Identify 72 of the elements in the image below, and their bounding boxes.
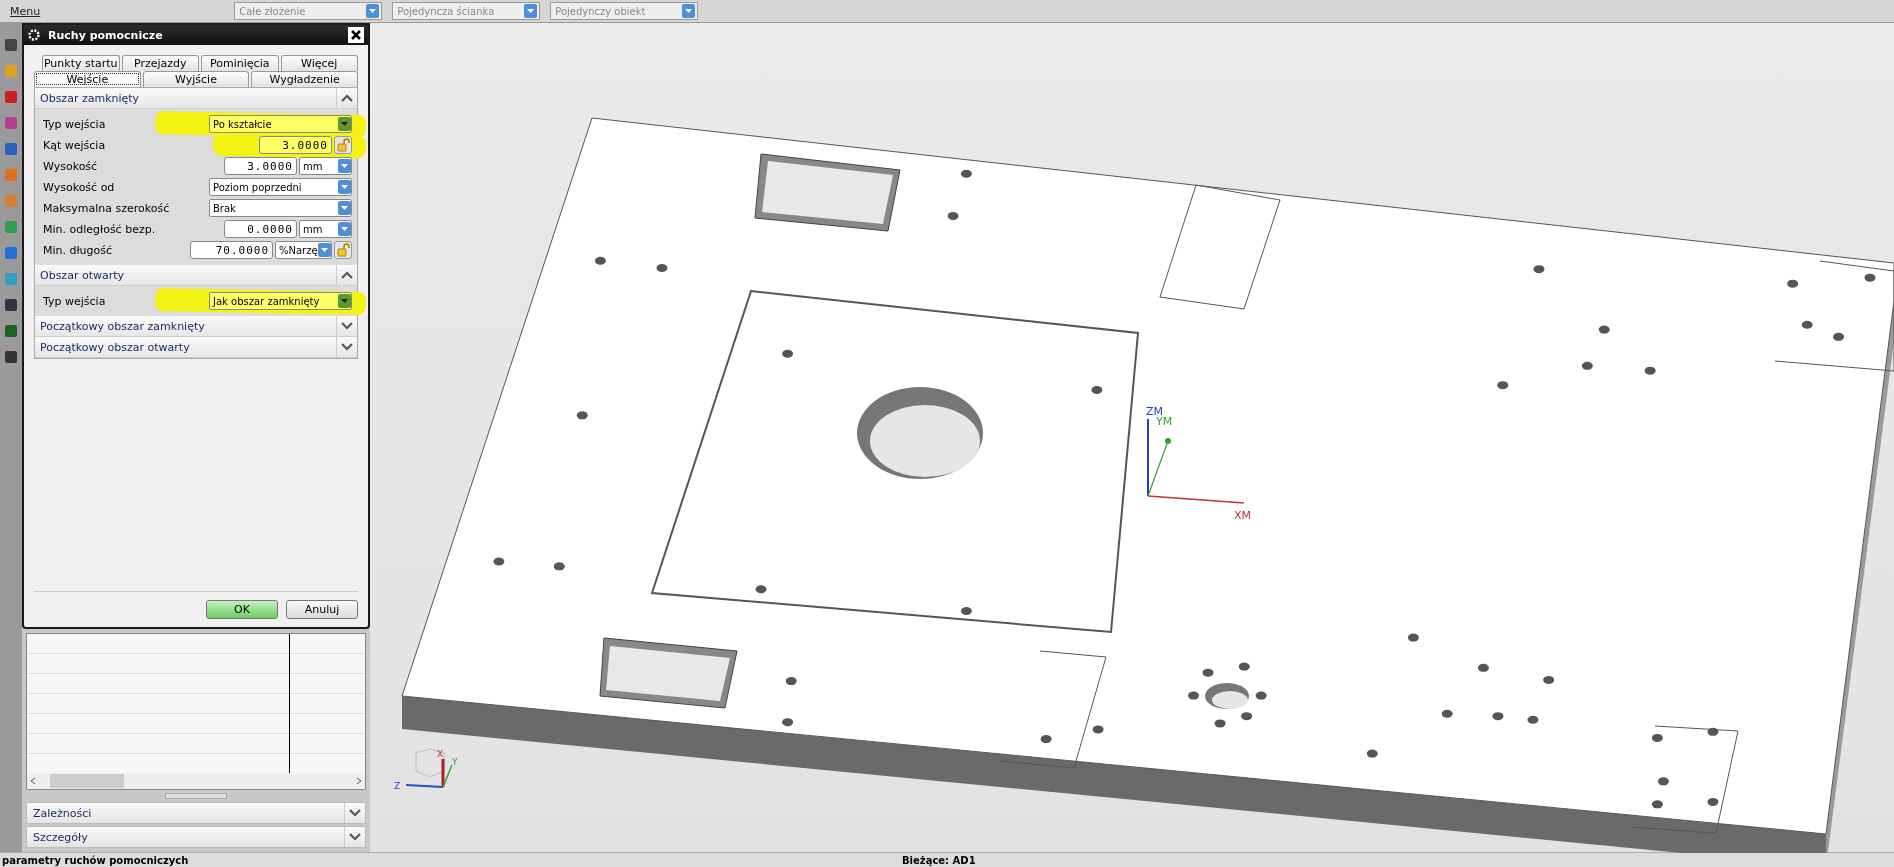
axis-label: Y xyxy=(452,757,458,767)
tab[interactable]: Przejazdy xyxy=(121,55,199,71)
unit-dropdown[interactable]: %Narzę xyxy=(275,241,332,259)
axis-label: X xyxy=(437,749,444,759)
dropdown[interactable]: Poziom poprzedni xyxy=(209,178,352,196)
axis-label: YM xyxy=(1156,415,1173,428)
tab[interactable]: Wygładzenie xyxy=(251,71,358,87)
status-message: parametry ruchów pomocniczych xyxy=(1,854,190,866)
caret-icon[interactable] xyxy=(338,294,351,308)
3d-viewport[interactable]: XM YM ZM X Y Z xyxy=(370,23,1894,852)
mini-triad-drawing xyxy=(405,748,453,788)
caret-icon[interactable] xyxy=(318,243,331,257)
dropdown[interactable]: Brak xyxy=(209,199,352,217)
ok-button[interactable]: OK xyxy=(206,600,278,619)
caret-icon[interactable] xyxy=(366,4,380,18)
tab[interactable]: Więcej xyxy=(280,55,358,71)
number-field[interactable]: 3.0000 xyxy=(224,157,297,175)
chevron-up-icon xyxy=(341,94,353,102)
caret-icon[interactable] xyxy=(338,222,351,236)
field-label: Typ wejścia xyxy=(43,117,107,131)
close-icon xyxy=(351,30,361,40)
lock-button[interactable] xyxy=(334,241,352,259)
caret-icon[interactable] xyxy=(338,201,351,215)
close-button[interactable] xyxy=(348,27,364,43)
number-field[interactable]: 0.0000 xyxy=(224,220,297,238)
field-label: Kąt wejścia xyxy=(43,138,107,152)
chevron-down-icon xyxy=(341,343,353,351)
group-header[interactable]: Początkowy obszar zamknięty xyxy=(35,316,357,337)
tab[interactable]: Wyjście xyxy=(142,71,250,87)
unit-dropdown[interactable]: mm xyxy=(299,157,352,175)
group-header[interactable]: Obszar zamknięty xyxy=(35,88,357,109)
field-label: Wysokość xyxy=(43,159,99,173)
caret-icon[interactable] xyxy=(524,4,538,18)
axis-label: Z xyxy=(394,781,401,791)
chevron-left-icon[interactable] xyxy=(30,777,36,785)
dropdown[interactable]: Po kształcie xyxy=(209,115,352,133)
axis-label: XM xyxy=(1234,509,1252,522)
lock-button[interactable] xyxy=(334,136,352,154)
caret-icon[interactable] xyxy=(682,4,696,18)
chevron-down-icon xyxy=(349,809,361,817)
dialog-title: Ruchy pomocnicze xyxy=(48,28,164,42)
horizontal-scrollbar[interactable] xyxy=(27,773,365,789)
field-label: Maksymalna szerokość xyxy=(43,201,171,215)
splitter-handle[interactable] xyxy=(165,793,227,799)
chevron-down-icon xyxy=(341,322,353,330)
chevron-up-icon xyxy=(341,271,353,279)
tab[interactable]: Punkty startu xyxy=(42,55,120,71)
section-header[interactable]: Zależności xyxy=(26,802,366,824)
field-label: Typ wejścia xyxy=(43,294,107,308)
group-header[interactable]: Początkowy obszar otwarty xyxy=(35,337,357,358)
tab[interactable]: Pominięcia xyxy=(201,55,279,71)
number-field[interactable]: 70.0000 xyxy=(190,241,273,259)
dropdown[interactable]: Jak obszar zamknięty xyxy=(209,292,352,310)
padlock-icon xyxy=(336,243,350,257)
group-header[interactable]: Obszar otwarty xyxy=(35,265,357,286)
menu-button[interactable]: Menu xyxy=(6,4,45,18)
caret-icon[interactable] xyxy=(338,180,351,194)
chevron-right-icon[interactable] xyxy=(356,777,362,785)
chevron-down-icon xyxy=(349,833,361,841)
caret-icon[interactable] xyxy=(338,117,351,131)
field-label: Min. długość xyxy=(43,243,114,257)
cancel-button[interactable]: Anuluj xyxy=(286,600,358,619)
unit-dropdown[interactable]: mm xyxy=(299,220,352,238)
status-current: Bieżące: AD1 xyxy=(902,854,976,866)
tab[interactable]: Wejście xyxy=(34,71,141,87)
number-field[interactable]: 3.0000 xyxy=(259,136,332,154)
axis-label: ZM xyxy=(1146,405,1164,418)
field-label: Wysokość od xyxy=(43,180,116,194)
caret-icon[interactable] xyxy=(338,159,351,173)
padlock-icon xyxy=(336,138,350,152)
section-header[interactable]: Szczegóły xyxy=(26,826,366,848)
field-label: Min. odległość bezp. xyxy=(43,222,157,236)
